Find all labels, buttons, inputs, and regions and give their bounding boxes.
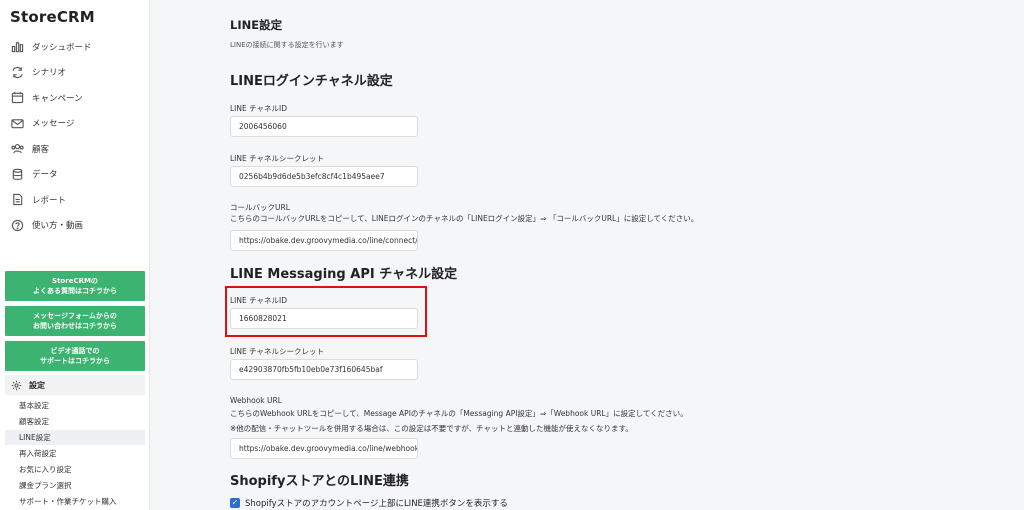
messaging-secret-input[interactable]: e42903870fb5fb10eb0e73f160645baf [230,359,418,380]
settings-label: 設定 [29,380,45,390]
webhook-note-1: こちらのWebhook URLをコピーして、Message APIのチャネルの「… [230,409,688,418]
calendar-icon [10,91,24,105]
sidebar-item-customers[interactable]: 顧客 [0,136,150,162]
document-icon [10,193,24,207]
bar-chart-icon [10,40,24,54]
callback-url-note: こちらのコールバックURLをコピーして、LINEログインのチャネルの「LINEロ… [230,214,699,223]
messaging-channel-id-input[interactable]: 1660828021 [230,308,418,329]
messaging-section-heading: LINE Messaging API チャネル設定 [230,267,458,282]
settings-item-line[interactable]: LINE設定 [5,430,145,445]
refresh-icon [10,65,24,79]
video-support-button-line2: サポートはコチラから [40,357,110,365]
app-logo[interactable]: StoreCRM [10,8,95,26]
settings-item-billing-plan[interactable]: 課金プラン選択 [5,478,145,493]
video-support-button-line1: ビデオ通話での [50,347,100,355]
contact-form-button-line2: お問い合わせはコチラから [33,322,117,330]
sidebar-item-label: レポート [32,195,67,206]
contact-form-button[interactable]: メッセージフォームからの お問い合わせはコチラから [5,306,145,336]
callback-url-label: コールバックURL [230,203,290,212]
checkbox-checked-icon[interactable]: ✓ [230,498,240,508]
contact-form-button-line1: メッセージフォームからの [33,312,117,320]
sidebar-item-settings[interactable]: 設定 [5,375,145,395]
mail-icon [10,116,24,130]
faq-button-line1: StoreCRMの [52,277,98,285]
webhook-url-label: Webhook URL [230,396,282,405]
sidebar-item-help[interactable]: 使い方・動画 [0,213,150,239]
video-support-button[interactable]: ビデオ通話での サポートはコチラから [5,341,145,371]
settings-item-support-ticket[interactable]: サポート・作業チケット購入 [5,494,145,509]
sidebar-item-label: キャンペーン [32,93,83,104]
shopify-section-heading: ShopifyストアとのLINE連携 [230,474,409,489]
sidebar-item-data[interactable]: データ [0,162,150,188]
webhook-url-input[interactable]: https://obake.dev.groovymedia.co/line/we… [230,438,418,459]
webhook-note-2: ※他の配信・チャットツールを併用する場合は、この設定は不要ですが、チャットと連動… [230,424,633,433]
page-description: LINEの接続に関する設定を行います [230,41,344,49]
sidebar-item-label: メッセージ [32,119,75,130]
shopify-checkbox-row[interactable]: ✓ Shopifyストアのアカウントページ上部にLINE連携ボタンを表示する [230,497,508,509]
login-channel-id-label: LINE チャネルID [230,104,288,113]
question-icon [10,218,24,232]
sidebar-item-dashboard[interactable]: ダッシュボード [0,34,150,60]
main-content: LINE設定 LINEの接続に関する設定を行います LINEログインチャネル設定… [150,0,1024,510]
settings-item-basic[interactable]: 基本設定 [5,398,145,413]
callback-url-input[interactable]: https://obake.dev.groovymedia.co/line/co… [230,230,418,251]
users-icon [10,142,24,156]
login-section-heading: LINEログインチャネル設定 [230,74,393,89]
database-icon [10,167,24,181]
login-secret-label: LINE チャネルシークレット [230,154,325,163]
faq-button-line2: よくある質問はコチラから [33,287,117,295]
messaging-channel-id-label: LINE チャネルID [230,296,288,305]
sidebar-nav: ダッシュボード シナリオ キャンペーン メッセージ 顧客 データ レポート 使い… [0,34,150,238]
sidebar-item-label: ダッシュボード [32,42,92,53]
faq-button[interactable]: StoreCRMの よくある質問はコチラから [5,271,145,301]
messaging-secret-label: LINE チャネルシークレット [230,347,325,356]
sidebar-item-report[interactable]: レポート [0,187,150,213]
sidebar-item-scenario[interactable]: シナリオ [0,60,150,86]
settings-item-restock[interactable]: 再入荷設定 [5,446,145,461]
gear-icon [11,380,22,390]
sidebar-item-label: シナリオ [32,68,67,79]
sidebar: StoreCRM ダッシュボード シナリオ キャンペーン メッセージ 顧客 デー… [0,0,150,510]
settings-item-favorites[interactable]: お気に入り設定 [5,462,145,477]
sidebar-item-label: データ [32,170,58,181]
sidebar-item-label: 使い方・動画 [32,221,84,232]
sidebar-item-label: 顧客 [32,144,50,155]
page-title: LINE設定 [230,18,283,32]
login-secret-input[interactable]: 0256b4b9d6de5b3efc8cf4c1b495aee7 [230,166,418,187]
shopify-checkbox-label: Shopifyストアのアカウントページ上部にLINE連携ボタンを表示する [245,499,508,509]
sidebar-item-campaign[interactable]: キャンペーン [0,85,150,111]
sidebar-item-message[interactable]: メッセージ [0,111,150,137]
settings-item-customer[interactable]: 顧客設定 [5,414,145,429]
login-channel-id-input[interactable]: 2006456060 [230,116,418,137]
